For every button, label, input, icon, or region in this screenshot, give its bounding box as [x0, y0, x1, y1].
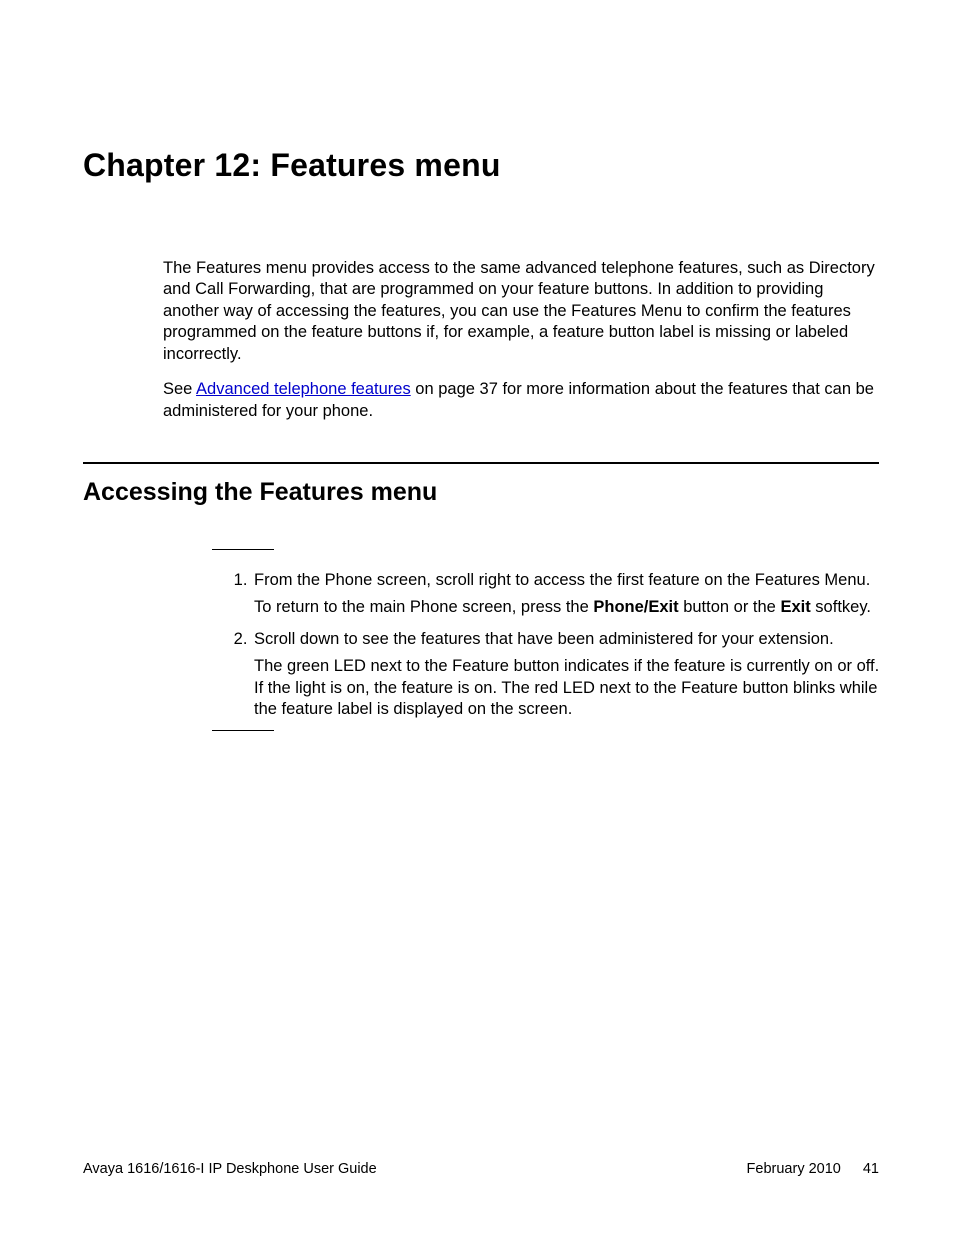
steps-bottom-mark: [212, 730, 274, 731]
section-title: Accessing the Features menu: [83, 478, 437, 507]
exit-bold: Exit: [780, 598, 810, 616]
page: Chapter 12: Features menu The Features m…: [0, 0, 954, 1235]
step-1b-post: softkey.: [811, 598, 871, 616]
footer-right: February 2010 41: [747, 1161, 879, 1177]
phone-exit-bold: Phone/Exit: [593, 598, 678, 616]
step-2-line-1: Scroll down to see the features that hav…: [254, 630, 834, 648]
step-2-line-2: The green LED next to the Feature button…: [254, 656, 882, 720]
step-2: Scroll down to see the features that hav…: [252, 629, 882, 721]
section-rule: [83, 462, 879, 464]
step-1-line-1: From the Phone screen, scroll right to a…: [254, 571, 870, 589]
step-1b-pre: To return to the main Phone screen, pres…: [254, 598, 593, 616]
step-1-line-2: To return to the main Phone screen, pres…: [254, 597, 882, 618]
intro-paragraph-1: The Features menu provides access to the…: [163, 258, 883, 365]
intro-block: The Features menu provides access to the…: [163, 258, 883, 436]
intro-p2-pre: See: [163, 380, 196, 398]
advanced-features-link[interactable]: Advanced telephone features: [196, 380, 411, 398]
step-1: From the Phone screen, scroll right to a…: [252, 570, 882, 619]
steps-block: From the Phone screen, scroll right to a…: [228, 570, 882, 731]
intro-paragraph-2: See Advanced telephone features on page …: [163, 379, 883, 422]
chapter-title: Chapter 12: Features menu: [83, 147, 501, 184]
footer-page-number: 41: [863, 1161, 879, 1177]
step-1b-mid: button or the: [679, 598, 781, 616]
page-footer: Avaya 1616/1616-I IP Deskphone User Guid…: [83, 1161, 879, 1177]
footer-date: February 2010: [747, 1161, 841, 1177]
steps-top-mark: [212, 549, 274, 550]
footer-doc-title: Avaya 1616/1616-I IP Deskphone User Guid…: [83, 1161, 377, 1177]
